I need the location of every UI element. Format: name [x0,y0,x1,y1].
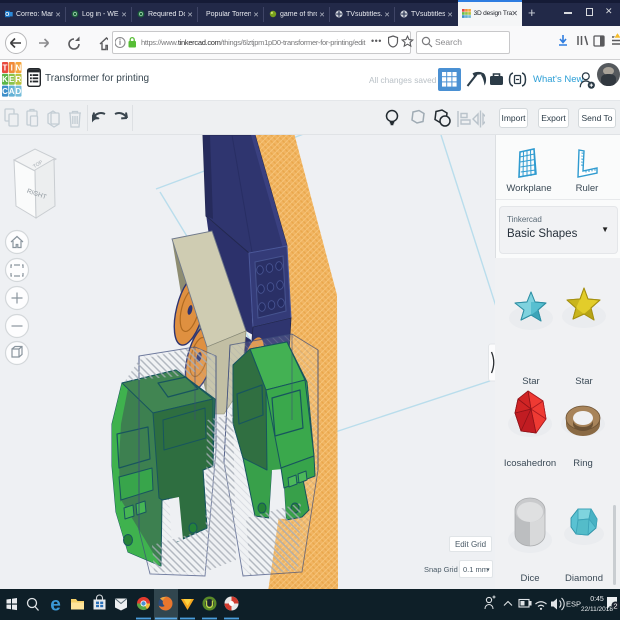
svg-text:D: D [16,87,22,96]
svg-text:T: T [3,63,8,72]
svg-text:K: K [2,75,8,84]
svg-text:0:45: 0:45 [590,596,604,603]
svg-text:Diamond: Diamond [565,573,603,584]
svg-text:O: O [5,12,9,18]
svg-text:Star: Star [575,376,592,387]
svg-text:Icosahedron: Icosahedron [504,458,556,469]
svg-text:e: e [50,595,61,616]
svg-text:2: 2 [613,602,617,611]
svg-text:Star: Star [522,376,539,387]
svg-text:Ring: Ring [573,458,593,469]
svg-text:I: I [11,63,13,72]
svg-text:C: C [2,87,8,96]
svg-text:A: A [9,87,15,96]
svg-text:ESP: ESP [566,600,581,609]
svg-text:R: R [16,75,22,84]
svg-text:Dice: Dice [520,573,539,584]
svg-text:N: N [16,63,22,72]
svg-text:E: E [9,75,15,84]
